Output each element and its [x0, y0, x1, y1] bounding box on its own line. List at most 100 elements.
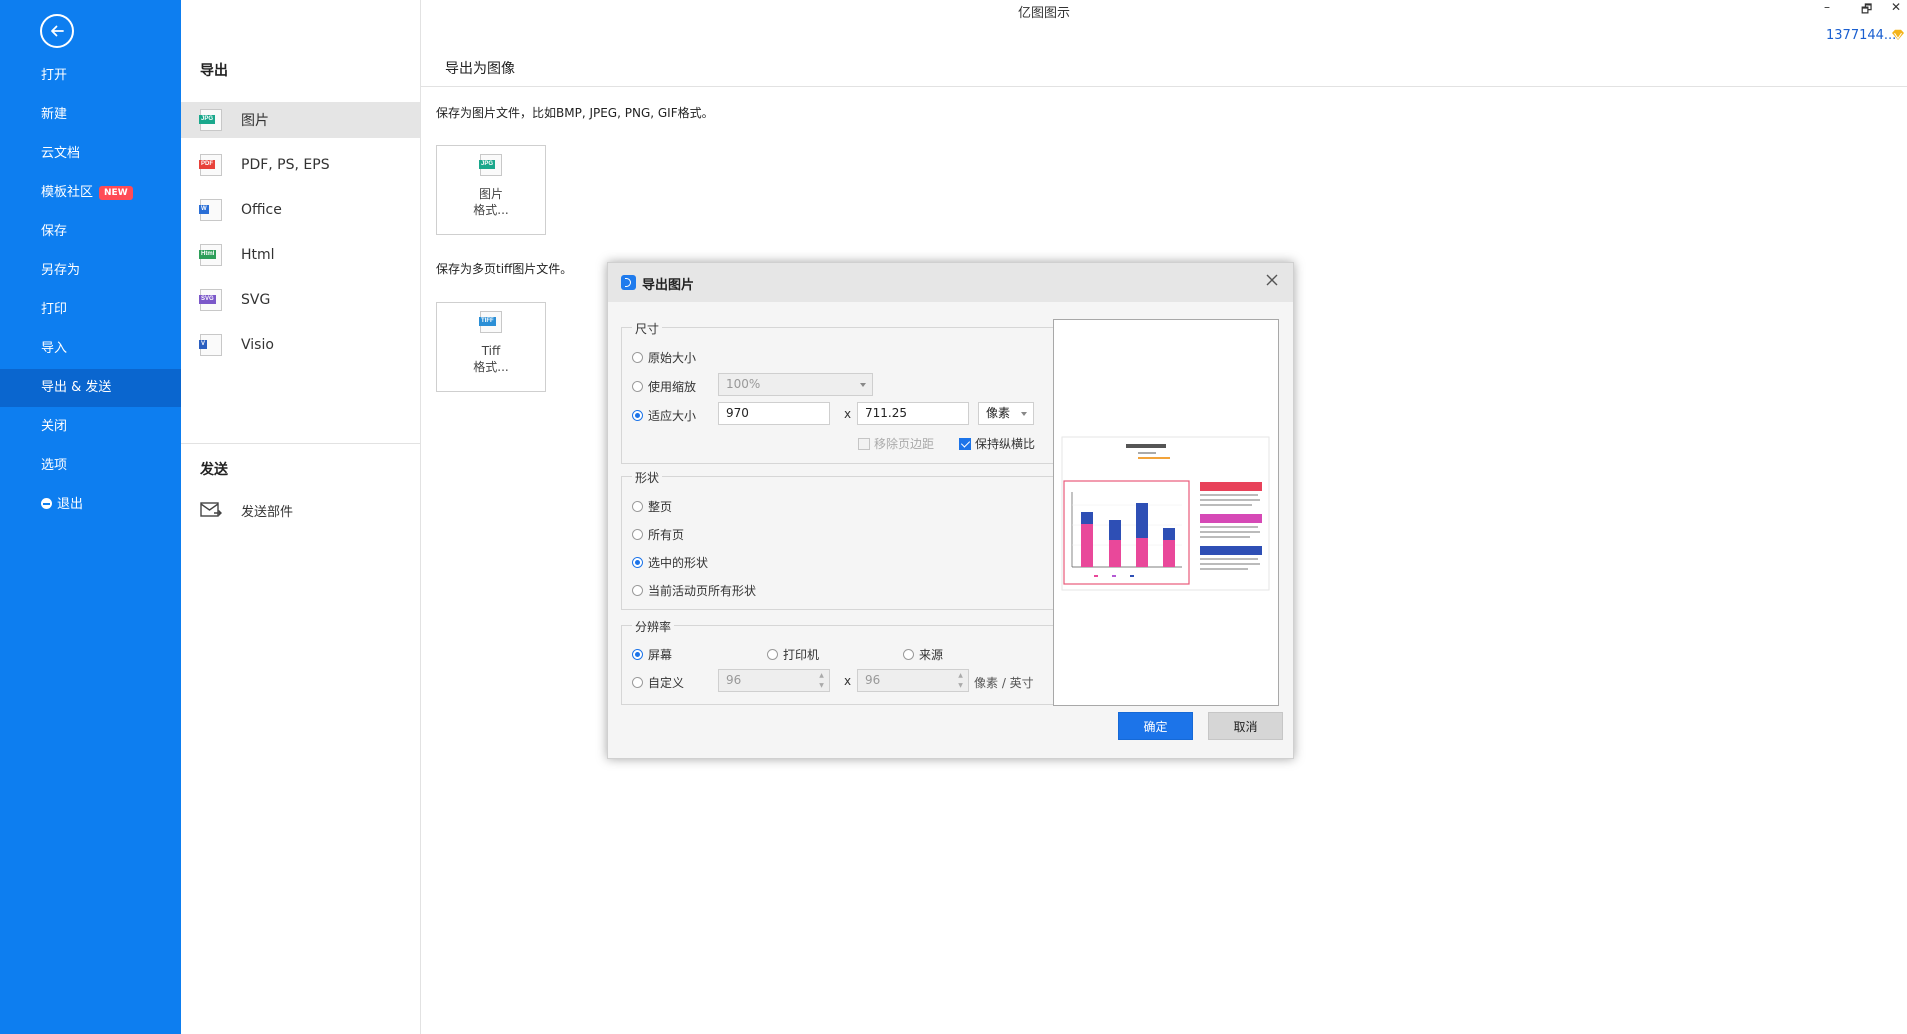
keep-ratio-checkbox[interactable]: 保持纵横比 [959, 435, 1035, 452]
use-zoom-radio[interactable]: 使用缩放 [632, 378, 696, 395]
new-badge: NEW [99, 186, 133, 200]
selected-shapes-radio[interactable]: 选中的形状 [632, 554, 708, 571]
format-item-image[interactable]: JPG 图片 [181, 102, 420, 138]
sidebar-item-label: 退出 [57, 497, 84, 512]
minimize-button[interactable]: – [1824, 0, 1830, 14]
format-item-svg[interactable]: SVG SVG [181, 282, 420, 318]
width-input[interactable]: 970 [718, 402, 830, 425]
sidebar-item-label: 打开 [41, 68, 68, 83]
sidebar-item-label: 导入 [41, 341, 68, 356]
close-window-button[interactable]: ✕ [1891, 0, 1901, 14]
visio-file-icon: V [199, 334, 222, 356]
sidebar-item-exit[interactable]: 退出 [0, 486, 181, 524]
whole-page-radio[interactable]: 整页 [632, 498, 672, 515]
all-pages-radio[interactable]: 所有页 [632, 526, 684, 543]
format-item-pdf[interactable]: PDF PDF, PS, EPS [181, 147, 420, 183]
sidebar-item-label: 保存 [41, 224, 68, 239]
user-account[interactable]: 1377144... [1826, 28, 1896, 43]
sidebar-item-close[interactable]: 关闭 [0, 408, 181, 446]
exit-icon [41, 498, 52, 509]
tile-label: 图片 [478, 187, 503, 201]
original-size-radio[interactable]: 原始大小 [632, 349, 696, 366]
sidebar-item-print[interactable]: 打印 [0, 291, 181, 329]
sidebar-item-label: 云文档 [41, 146, 81, 161]
format-item-visio[interactable]: V Visio [181, 327, 420, 363]
source-radio[interactable]: 来源 [903, 646, 943, 663]
dpi-y-input[interactable]: 96 ▲ ▼ [857, 669, 969, 692]
spin-down-icon: ▼ [958, 682, 963, 689]
remove-margin-checkbox[interactable]: 移除页边距 [858, 435, 934, 452]
jpg-file-icon: JPG [479, 154, 502, 176]
times-sign: x [844, 407, 852, 421]
spin-up-icon: ▲ [958, 672, 963, 679]
spin-up-icon: ▲ [819, 672, 824, 679]
format-item-html[interactable]: Html Html [181, 237, 420, 273]
size-group-title: 尺寸 [632, 320, 663, 337]
send-mail-item[interactable]: 发送部件 [181, 492, 420, 528]
mail-send-icon [200, 502, 222, 517]
vip-diamond-icon [1892, 29, 1904, 40]
dialog-title: 导出图片 [642, 278, 695, 293]
sidebar-item-open[interactable]: 打开 [0, 57, 181, 95]
divider [421, 86, 1907, 87]
format-label: Visio [241, 337, 274, 353]
image-format-button[interactable]: JPG 图片 格式... [436, 145, 546, 235]
dpi-unit-label: 像素 / 英寸 [974, 676, 1034, 690]
window-title: 亿图图示 [1017, 6, 1070, 21]
sidebar-item-options[interactable]: 选项 [0, 447, 181, 485]
tiff-file-icon: TIFF [479, 311, 502, 333]
dpi-x-input[interactable]: 96 ▲ ▼ [718, 669, 830, 692]
tile-label: Tiff [481, 344, 501, 358]
sidebar-item-label: 关闭 [41, 419, 68, 434]
tile-sublabel: 格式... [473, 360, 509, 374]
app-logo-icon [621, 275, 636, 290]
current-page-shapes-radio[interactable]: 当前活动页所有形状 [632, 582, 756, 599]
sidebar-item-template-community[interactable]: 模板社区 NEW [0, 174, 181, 212]
word-file-icon: W [199, 199, 222, 221]
format-label: Html [241, 247, 275, 263]
chevron-down-icon [1021, 412, 1027, 416]
sidebar-item-label: 打印 [41, 302, 68, 317]
ok-button[interactable]: 确定 [1118, 712, 1193, 740]
tiff-format-button[interactable]: TIFF Tiff 格式... [436, 302, 546, 392]
size-group: 尺寸 原始大小 使用缩放 100% 适应大小 970 x 711.25 像素 移… [621, 320, 1054, 464]
diagram-thumbnail [1061, 436, 1270, 591]
height-input[interactable]: 711.25 [857, 402, 969, 425]
sidebar-item-save-as[interactable]: 另存为 [0, 252, 181, 290]
cancel-button[interactable]: 取消 [1208, 712, 1283, 740]
chevron-down-icon [860, 383, 866, 387]
image-format-description: 保存为图片文件，比如BMP, JPEG, PNG, GIF格式。 [436, 106, 714, 120]
sidebar-item-cloud-docs[interactable]: 云文档 [0, 135, 181, 173]
html-file-icon: Html [199, 244, 222, 266]
fit-size-radio[interactable]: 适应大小 [632, 407, 696, 424]
sidebar: 打开 新建 云文档 模板社区 NEW 保存 另存为 打印 导入 导出 & 发送 关… [0, 0, 181, 1034]
resolution-group-title: 分辨率 [632, 618, 675, 635]
tiff-format-description: 保存为多页tiff图片文件。 [436, 262, 573, 276]
sidebar-item-label: 选项 [41, 458, 68, 473]
preview-pane [1053, 319, 1279, 706]
export-menu: 导出 JPG 图片 PDF PDF, PS, EPS W Office Html… [181, 0, 421, 1034]
sidebar-item-new[interactable]: 新建 [0, 96, 181, 134]
spin-down-icon: ▼ [819, 682, 824, 689]
printer-radio[interactable]: 打印机 [767, 646, 819, 663]
custom-radio[interactable]: 自定义 [632, 674, 684, 691]
content-title: 导出为图像 [445, 61, 515, 77]
zoom-select[interactable]: 100% [718, 373, 873, 396]
format-item-office[interactable]: W Office [181, 192, 420, 228]
unit-select[interactable]: 像素 [978, 402, 1034, 425]
sidebar-item-export-send[interactable]: 导出 & 发送 [0, 369, 181, 407]
shape-group-title: 形状 [632, 469, 663, 486]
close-icon[interactable] [1265, 273, 1279, 287]
format-label: Office [241, 202, 282, 218]
sidebar-item-save[interactable]: 保存 [0, 213, 181, 251]
screen-radio[interactable]: 屏幕 [632, 646, 672, 663]
export-image-dialog: 导出图片 尺寸 原始大小 使用缩放 100% 适应大小 970 x 711.25… [607, 262, 1294, 759]
jpg-file-icon: JPG [199, 109, 222, 131]
send-mail-label: 发送部件 [241, 504, 294, 520]
back-button[interactable] [40, 14, 74, 48]
sidebar-item-label: 另存为 [41, 263, 81, 278]
sidebar-item-import[interactable]: 导入 [0, 330, 181, 368]
restore-button[interactable]: 🗗 [1861, 0, 1872, 21]
times-sign: x [844, 674, 852, 688]
send-heading: 发送 [200, 462, 228, 478]
